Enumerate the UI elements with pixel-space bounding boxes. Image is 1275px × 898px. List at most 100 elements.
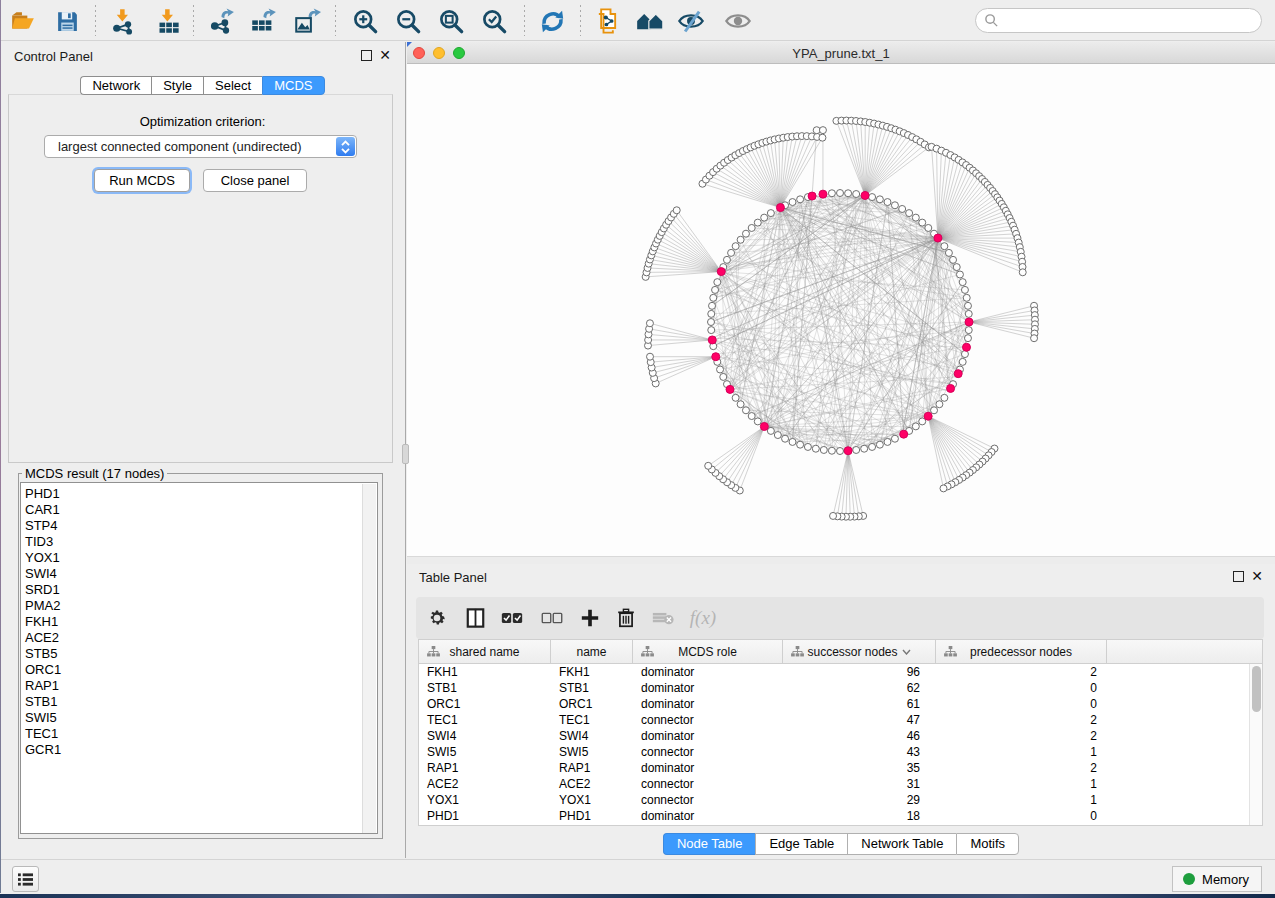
show-all-icon[interactable] (635, 6, 665, 36)
table-tab-node-table[interactable]: Node Table (663, 833, 756, 855)
control-tab-network[interactable]: Network (80, 76, 151, 95)
toggle-panel-icon[interactable] (463, 607, 487, 629)
zoom-selected-icon[interactable] (479, 6, 509, 36)
mcds-result-item[interactable]: ACE2 (25, 630, 61, 646)
export-image-icon[interactable] (292, 6, 322, 36)
control-tab-style[interactable]: Style (151, 76, 203, 95)
search-box[interactable] (975, 8, 1262, 33)
hide-selected-icon[interactable] (676, 6, 706, 36)
cell-predecessor_nodes[interactable]: 0 (936, 809, 1107, 823)
cell-shared_name[interactable]: YOX1 (419, 793, 551, 807)
cell-predecessor_nodes[interactable]: 1 (936, 745, 1107, 759)
network-graph[interactable] (407, 65, 1275, 556)
cell-shared_name[interactable]: RAP1 (419, 761, 551, 775)
table-scrollbar[interactable] (1249, 664, 1262, 825)
cell-name[interactable]: ACE2 (551, 777, 633, 791)
mcds-result-list[interactable]: PHD1CAR1STP4TID3YOX1SWI4SRD1PMA2FKH1ACE2… (20, 482, 378, 834)
column-header-shared-name[interactable]: shared name (419, 640, 551, 663)
task-history-button[interactable] (12, 866, 39, 892)
open-session-icon[interactable] (8, 6, 38, 36)
cell-name[interactable]: STB1 (551, 681, 633, 695)
cell-mcds_role[interactable]: dominator (633, 681, 783, 695)
mcds-result-item[interactable]: CAR1 (25, 502, 61, 518)
cell-shared_name[interactable]: SWI4 (419, 729, 551, 743)
mcds-result-item[interactable]: SRD1 (25, 582, 61, 598)
cell-shared_name[interactable]: PHD1 (419, 809, 551, 823)
cell-mcds_role[interactable]: dominator (633, 809, 783, 823)
table-row-SWI4[interactable]: SWI4SWI4dominator462 (419, 728, 1262, 744)
table-row-YOX1[interactable]: YOX1YOX1connector291 (419, 792, 1262, 808)
cell-predecessor_nodes[interactable]: 2 (936, 761, 1107, 775)
control-tab-mcds[interactable]: MCDS (262, 76, 324, 95)
mcds-result-item[interactable]: STB1 (25, 694, 61, 710)
apply-layout-icon[interactable] (537, 6, 567, 36)
cell-name[interactable]: PHD1 (551, 809, 633, 823)
cell-shared_name[interactable]: TEC1 (419, 713, 551, 727)
settings-gear-icon[interactable] (425, 607, 449, 629)
mcds-result-item[interactable]: PHD1 (25, 486, 61, 502)
cell-shared_name[interactable]: FKH1 (419, 665, 551, 679)
cell-successor_nodes[interactable]: 43 (783, 745, 936, 759)
criterion-select[interactable]: largest connected component (undirected) (44, 135, 357, 158)
cell-shared_name[interactable]: ACE2 (419, 777, 551, 791)
table-row-ORC1[interactable]: ORC1ORC1dominator610 (419, 696, 1262, 712)
cell-mcds_role[interactable]: dominator (633, 697, 783, 711)
cell-mcds_role[interactable]: connector (633, 713, 783, 727)
close-panel-button[interactable]: Close panel (203, 169, 307, 192)
export-network-icon[interactable] (206, 6, 236, 36)
memory-button[interactable]: Memory (1172, 866, 1262, 892)
cell-name[interactable]: ORC1 (551, 697, 633, 711)
cell-predecessor_nodes[interactable]: 2 (936, 729, 1107, 743)
cell-name[interactable]: FKH1 (551, 665, 633, 679)
zoom-fit-icon[interactable] (436, 6, 466, 36)
select-all-columns-icon[interactable] (500, 607, 524, 629)
mcds-list-scrollbar[interactable] (362, 484, 376, 834)
vertical-splitter-handle[interactable] (402, 444, 409, 464)
cell-predecessor_nodes[interactable]: 0 (936, 681, 1107, 695)
cell-mcds_role[interactable]: connector (633, 745, 783, 759)
search-input[interactable] (999, 11, 1261, 31)
show-selected-icon[interactable] (723, 6, 753, 36)
export-table-icon[interactable] (248, 6, 278, 36)
cell-predecessor_nodes[interactable]: 0 (936, 697, 1107, 711)
mcds-result-item[interactable]: PMA2 (25, 598, 61, 614)
cell-shared_name[interactable]: ORC1 (419, 697, 551, 711)
table-tab-edge-table[interactable]: Edge Table (755, 833, 847, 855)
cell-name[interactable]: RAP1 (551, 761, 633, 775)
cell-successor_nodes[interactable]: 35 (783, 761, 936, 775)
mcds-result-item[interactable]: YOX1 (25, 550, 61, 566)
run-mcds-button[interactable]: Run MCDS (94, 169, 190, 192)
import-table-icon[interactable] (153, 6, 183, 36)
table-scrollbar-thumb[interactable] (1252, 666, 1261, 712)
table-row-PHD1[interactable]: PHD1PHD1dominator180 (419, 808, 1262, 824)
column-header-name[interactable]: name (551, 640, 633, 663)
mcds-result-item[interactable]: STP4 (25, 518, 61, 534)
save-session-icon[interactable] (52, 6, 82, 36)
new-network-icon[interactable] (592, 6, 622, 36)
cell-successor_nodes[interactable]: 96 (783, 665, 936, 679)
cell-mcds_role[interactable]: dominator (633, 665, 783, 679)
cell-mcds_role[interactable]: connector (633, 777, 783, 791)
cell-name[interactable]: SWI5 (551, 745, 633, 759)
mcds-result-item[interactable]: RAP1 (25, 678, 61, 694)
mcds-result-item[interactable]: TID3 (25, 534, 61, 550)
unselect-all-columns-icon[interactable] (540, 607, 564, 629)
table-tab-motifs[interactable]: Motifs (956, 833, 1019, 855)
table-float-icon[interactable] (1233, 571, 1244, 582)
add-column-icon[interactable] (578, 607, 602, 629)
node-table[interactable]: shared namenameMCDS rolesuccessor nodesp… (418, 639, 1263, 826)
float-panel-icon[interactable] (361, 50, 372, 61)
cell-name[interactable]: TEC1 (551, 713, 633, 727)
table-tab-network-table[interactable]: Network Table (847, 833, 956, 855)
cell-successor_nodes[interactable]: 62 (783, 681, 936, 695)
mcds-result-item[interactable]: SWI4 (25, 566, 61, 582)
zoom-out-icon[interactable] (393, 6, 423, 36)
column-header-successor-nodes[interactable]: successor nodes (783, 640, 936, 663)
table-row-TEC1[interactable]: TEC1TEC1connector472 (419, 712, 1262, 728)
table-row-RAP1[interactable]: RAP1RAP1dominator352 (419, 760, 1262, 776)
cell-predecessor_nodes[interactable]: 1 (936, 777, 1107, 791)
cell-predecessor_nodes[interactable]: 1 (936, 793, 1107, 807)
cell-successor_nodes[interactable]: 31 (783, 777, 936, 791)
cell-name[interactable]: SWI4 (551, 729, 633, 743)
cell-successor_nodes[interactable]: 46 (783, 729, 936, 743)
